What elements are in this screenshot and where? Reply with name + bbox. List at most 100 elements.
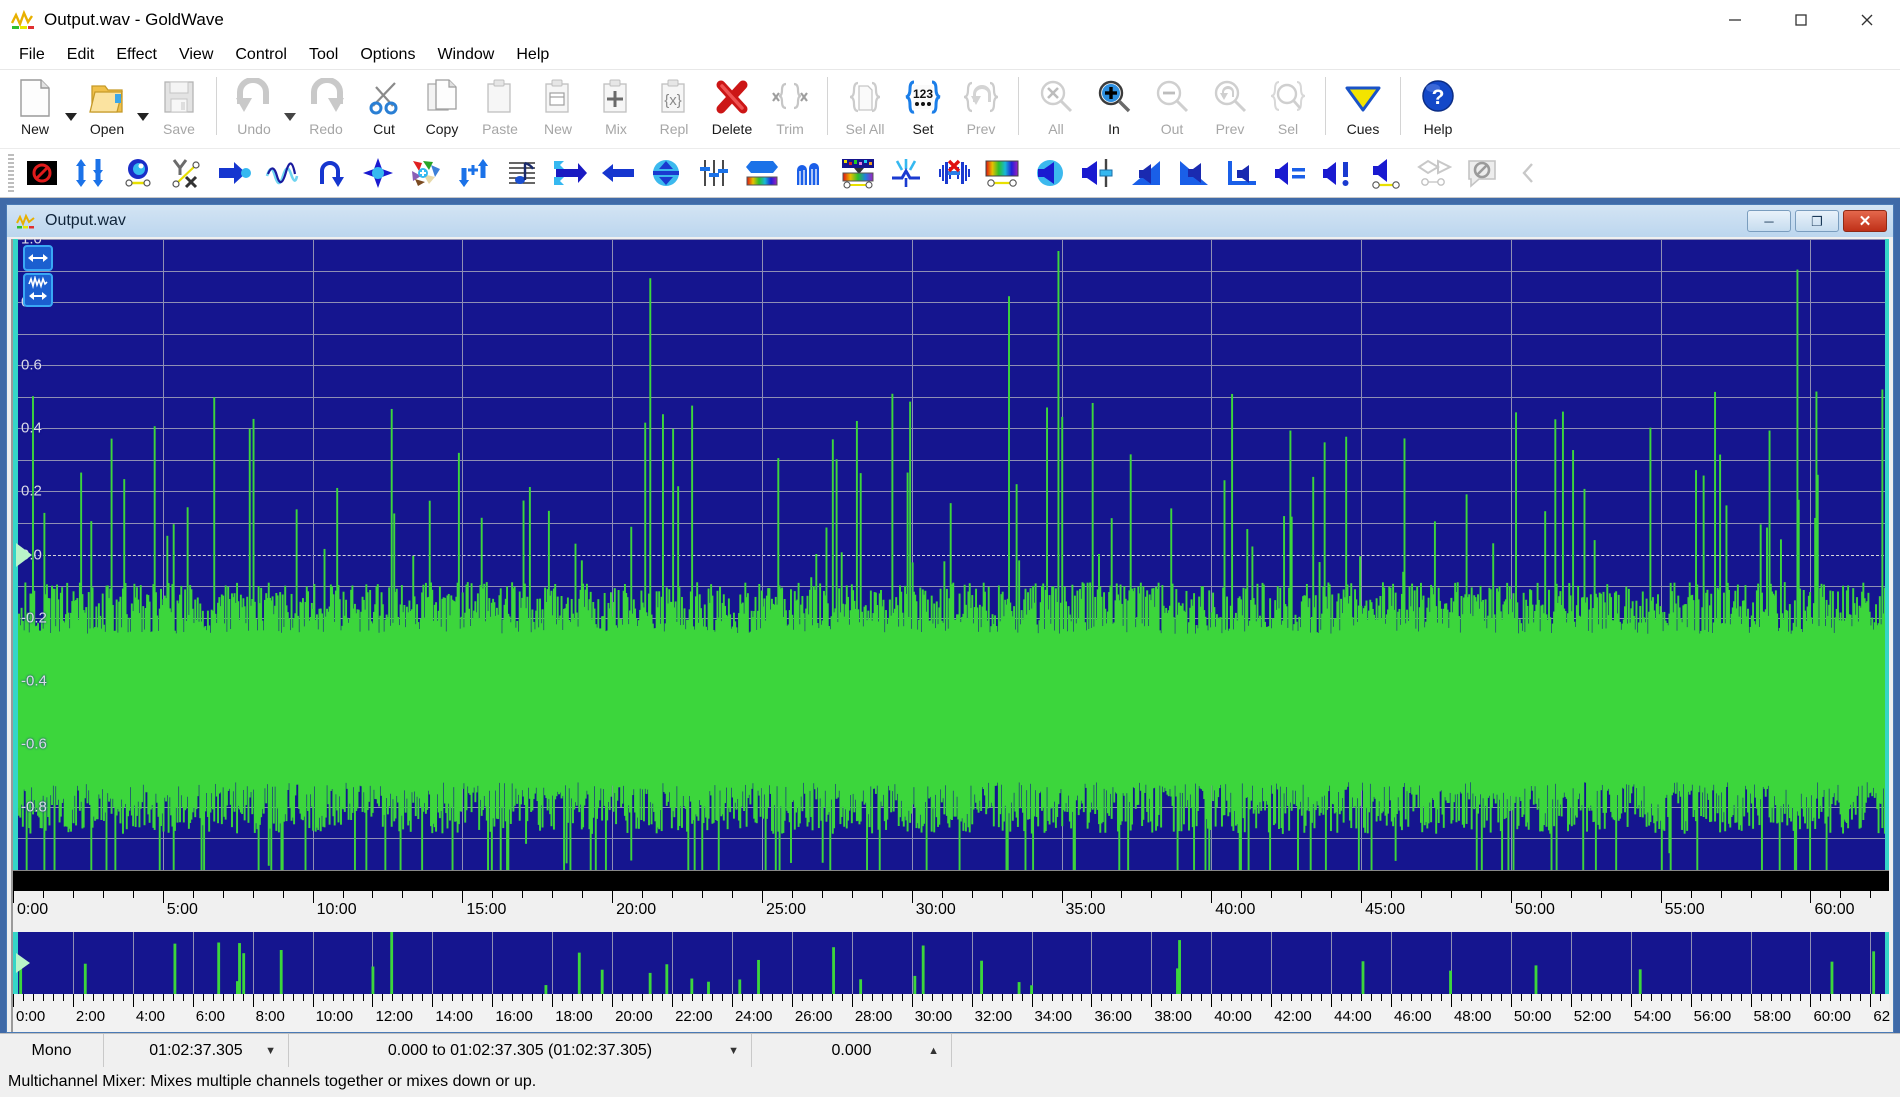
cues-button[interactable]: Cues: [1334, 74, 1392, 146]
menu-window[interactable]: Window: [426, 42, 505, 68]
redo-button[interactable]: Redo: [297, 74, 355, 146]
volume-match-button[interactable]: [1266, 151, 1314, 195]
set-selection-button[interactable]: 123 Set: [894, 74, 952, 146]
fade-in-button[interactable]: [1122, 151, 1170, 195]
trim-button[interactable]: Trim: [761, 74, 819, 146]
mix-button[interactable]: Mix: [587, 74, 645, 146]
doppler-button[interactable]: [594, 151, 642, 195]
duration-cell[interactable]: 01:02:37.305 ▼: [104, 1034, 289, 1067]
volume-button[interactable]: [1026, 151, 1074, 195]
new-file-button[interactable]: New: [6, 74, 64, 146]
delete-button[interactable]: Delete: [703, 74, 761, 146]
menu-file[interactable]: File: [8, 42, 56, 68]
overview-tick-minor: [1111, 994, 1113, 1001]
toolbar-separator: [1018, 77, 1019, 135]
volume-shape-button[interactable]: [1218, 151, 1266, 195]
horizontal-fit-button[interactable]: [23, 245, 53, 271]
overview-time-label: 38:00: [1154, 1008, 1192, 1025]
offset-button[interactable]: [642, 151, 690, 195]
time-warp-button[interactable]: [546, 151, 594, 195]
compressor-button[interactable]: [210, 151, 258, 195]
parametric-eq-button[interactable]: [786, 151, 834, 195]
volume-change-button[interactable]: [1074, 151, 1122, 195]
time-axis[interactable]: 0:00 5:00 10:00 15:00 20:00 25:00 30:00 35:00 40…: [13, 890, 1889, 928]
toolbar-group-edit: Undo Redo Cut Copy Paste New Mix {x} Rep…: [225, 74, 819, 146]
pitch-button[interactable]: [498, 151, 546, 195]
copy-button[interactable]: Copy: [413, 74, 471, 146]
open-file-dropdown[interactable]: [136, 74, 150, 146]
time-tick-major: [761, 891, 763, 903]
document-minimize-button[interactable]: ─: [1747, 210, 1791, 232]
previous-selection-button[interactable]: Prev: [952, 74, 1010, 146]
expander-button[interactable]: [162, 151, 210, 195]
spectrum-color-button[interactable]: [978, 151, 1026, 195]
undo-dropdown[interactable]: [283, 74, 297, 146]
document-restore-button[interactable]: ❐: [1795, 210, 1839, 232]
zoom-selection-button[interactable]: Sel: [1259, 74, 1317, 146]
selection-cell[interactable]: 0.000 to 01:02:37.305 (01:02:37.305) ▼: [289, 1034, 752, 1067]
position-spinner-arrow[interactable]: ▲: [928, 1045, 939, 1057]
menu-control[interactable]: Control: [224, 42, 298, 68]
equalizer-button[interactable]: [738, 151, 786, 195]
new-file-dropdown[interactable]: [64, 74, 78, 146]
position-cell[interactable]: 0.000 ▲: [752, 1034, 952, 1067]
waveform-canvas[interactable]: 1.00.80.60.40.20.0-0.2-0.4-0.6-0.8: [13, 239, 1889, 870]
menu-tool[interactable]: Tool: [298, 42, 349, 68]
auto-gain-button[interactable]: [258, 151, 306, 195]
maximize-volume-icon: [76, 159, 103, 187]
pop-click-remove-button[interactable]: [930, 151, 978, 195]
volume-limit-button[interactable]: [1314, 151, 1362, 195]
spectrum-filter-button[interactable]: [834, 151, 882, 195]
menu-effect[interactable]: Effect: [105, 42, 168, 68]
flanger-button[interactable]: [1410, 151, 1458, 195]
clipboard-replace-icon: {x}: [657, 77, 691, 119]
time-tick-label: 30:00: [915, 901, 956, 918]
overflow-button[interactable]: [1506, 151, 1554, 195]
overview-tick-minor: [622, 994, 624, 1001]
fade-out-button[interactable]: [1170, 151, 1218, 195]
overview-tick-minor: [1141, 994, 1143, 1001]
window-minimize-button[interactable]: [1702, 0, 1768, 40]
silence-button[interactable]: [1458, 151, 1506, 195]
document-close-button[interactable]: ✕: [1843, 210, 1887, 232]
toolbar-grip[interactable]: [8, 154, 14, 192]
reverse-button[interactable]: [306, 151, 354, 195]
menu-help[interactable]: Help: [505, 42, 560, 68]
dynamics-button[interactable]: [114, 151, 162, 195]
window-close-button[interactable]: [1834, 0, 1900, 40]
save-file-button[interactable]: Save: [150, 74, 208, 146]
invert-button[interactable]: [354, 151, 402, 195]
zoom-previous-button[interactable]: Prev: [1201, 74, 1259, 146]
cut-button[interactable]: Cut: [355, 74, 413, 146]
zoom-in-button[interactable]: In: [1085, 74, 1143, 146]
open-file-button[interactable]: Open: [78, 74, 136, 146]
menu-view[interactable]: View: [168, 42, 224, 68]
selection-dropdown-arrow[interactable]: ▼: [728, 1045, 739, 1057]
overview-tick-minor: [1520, 994, 1522, 1001]
zoom-out-button[interactable]: Out: [1143, 74, 1201, 146]
delete-label: Delete: [711, 121, 753, 137]
document-title-bar[interactable]: Output.wav ─ ❐ ✕: [7, 205, 1893, 237]
overview-canvas[interactable]: [13, 932, 1889, 994]
paste-button[interactable]: Paste: [471, 74, 529, 146]
undo-button[interactable]: Undo: [225, 74, 283, 146]
channel-mixer-button[interactable]: [450, 151, 498, 195]
zoom-all-button[interactable]: All: [1027, 74, 1085, 146]
noise-gate-button[interactable]: [882, 151, 930, 195]
vertical-fit-button[interactable]: [23, 273, 53, 307]
stereo-balance-button[interactable]: [690, 151, 738, 195]
maximize-volume-button[interactable]: [66, 151, 114, 195]
paste-new-button[interactable]: New: [529, 74, 587, 146]
app-title-bar: Output.wav - GoldWave: [0, 0, 1900, 40]
duration-dropdown-arrow[interactable]: ▼: [265, 1045, 276, 1057]
select-all-button[interactable]: Sel All: [836, 74, 894, 146]
resample-button[interactable]: [402, 151, 450, 195]
noise-reduction-button[interactable]: [18, 151, 66, 195]
replace-button[interactable]: {x} Repl: [645, 74, 703, 146]
window-maximize-button[interactable]: [1768, 0, 1834, 40]
help-button[interactable]: ? Help: [1409, 74, 1467, 146]
open-file-label: Open: [89, 121, 125, 137]
menu-options[interactable]: Options: [349, 42, 426, 68]
volume-envelope-button[interactable]: [1362, 151, 1410, 195]
menu-edit[interactable]: Edit: [56, 42, 106, 68]
